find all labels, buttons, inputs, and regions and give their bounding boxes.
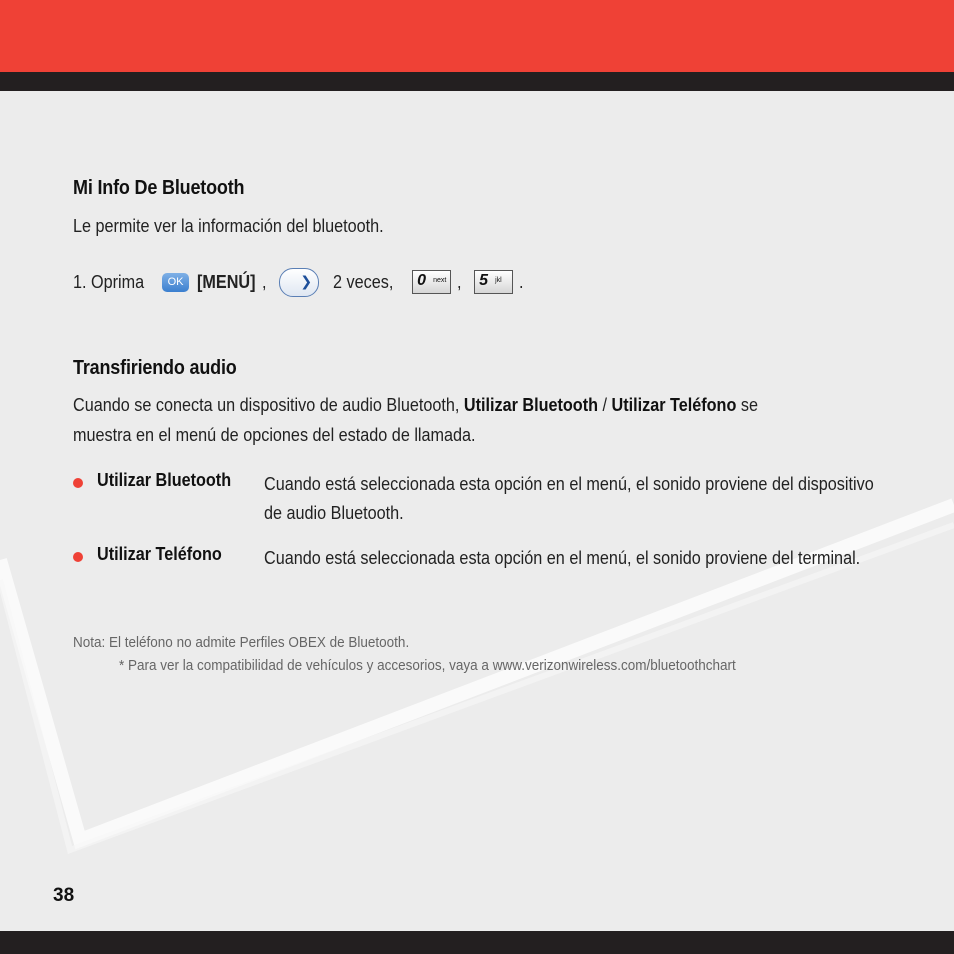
- comma-2: ,: [457, 271, 462, 292]
- paragraph-end: se: [740, 395, 758, 415]
- paragraph-line-2: muestra en el menú de opciones del estad…: [73, 425, 476, 445]
- step-prefix: 1. Oprima: [73, 271, 145, 292]
- paragraph-line-1: Cuando se conecta un dispositivo de audi…: [73, 395, 758, 416]
- bullet-dot: [73, 478, 83, 488]
- header-red-band: [0, 0, 954, 72]
- bullet-text: Cuando está seleccionada esta opción en …: [264, 548, 861, 568]
- key-0-icon: 0 next: [412, 270, 452, 294]
- comma: ,: [262, 271, 267, 292]
- key-5-icon: 5 jkl: [474, 270, 514, 294]
- note-obex: Nota: El teléfono no admite Perfiles OBE…: [73, 634, 410, 651]
- section-title-audio-transfer: Transfiriendo audio: [73, 357, 237, 379]
- key-5-sub: jkl: [495, 277, 502, 284]
- key-5-digit: 5: [479, 272, 489, 289]
- section-title-bluetooth-info: Mi Info De Bluetooth: [73, 177, 245, 199]
- bold-option-bluetooth: Utilizar Bluetooth: [463, 395, 598, 415]
- key-0-sub: next: [433, 277, 447, 284]
- key-0-digit: 0: [417, 272, 426, 289]
- footer-dark-band: [0, 931, 954, 954]
- times-text: 2 veces,: [333, 271, 394, 292]
- menu-label: [MENÚ]: [197, 271, 256, 292]
- note-compatibility: * Para ver la compatibilidad de vehículo…: [119, 657, 736, 674]
- period: .: [519, 271, 524, 292]
- bullet-label: Utilizar Bluetooth: [97, 470, 232, 490]
- bullet-dot: [73, 552, 83, 562]
- section-description: Le permite ver la información del blueto…: [73, 216, 384, 236]
- bullet-label: Utilizar Teléfono: [97, 544, 222, 564]
- paragraph-start: Cuando se conecta un dispositivo de audi…: [73, 395, 460, 415]
- ok-key-icon: OK: [162, 272, 190, 292]
- bullet-text: Cuando está seleccionada esta opción en …: [264, 474, 874, 523]
- header-dark-band: [0, 72, 954, 91]
- separator: /: [602, 395, 608, 415]
- bold-option-phone: Utilizar Teléfono: [611, 395, 737, 415]
- page-number: 38: [53, 885, 75, 906]
- nav-right-key-icon: ❯: [279, 267, 320, 297]
- step-instruction: 1. Oprima OK [MENÚ] , ❯ 2 veces, 0 next …: [73, 266, 524, 298]
